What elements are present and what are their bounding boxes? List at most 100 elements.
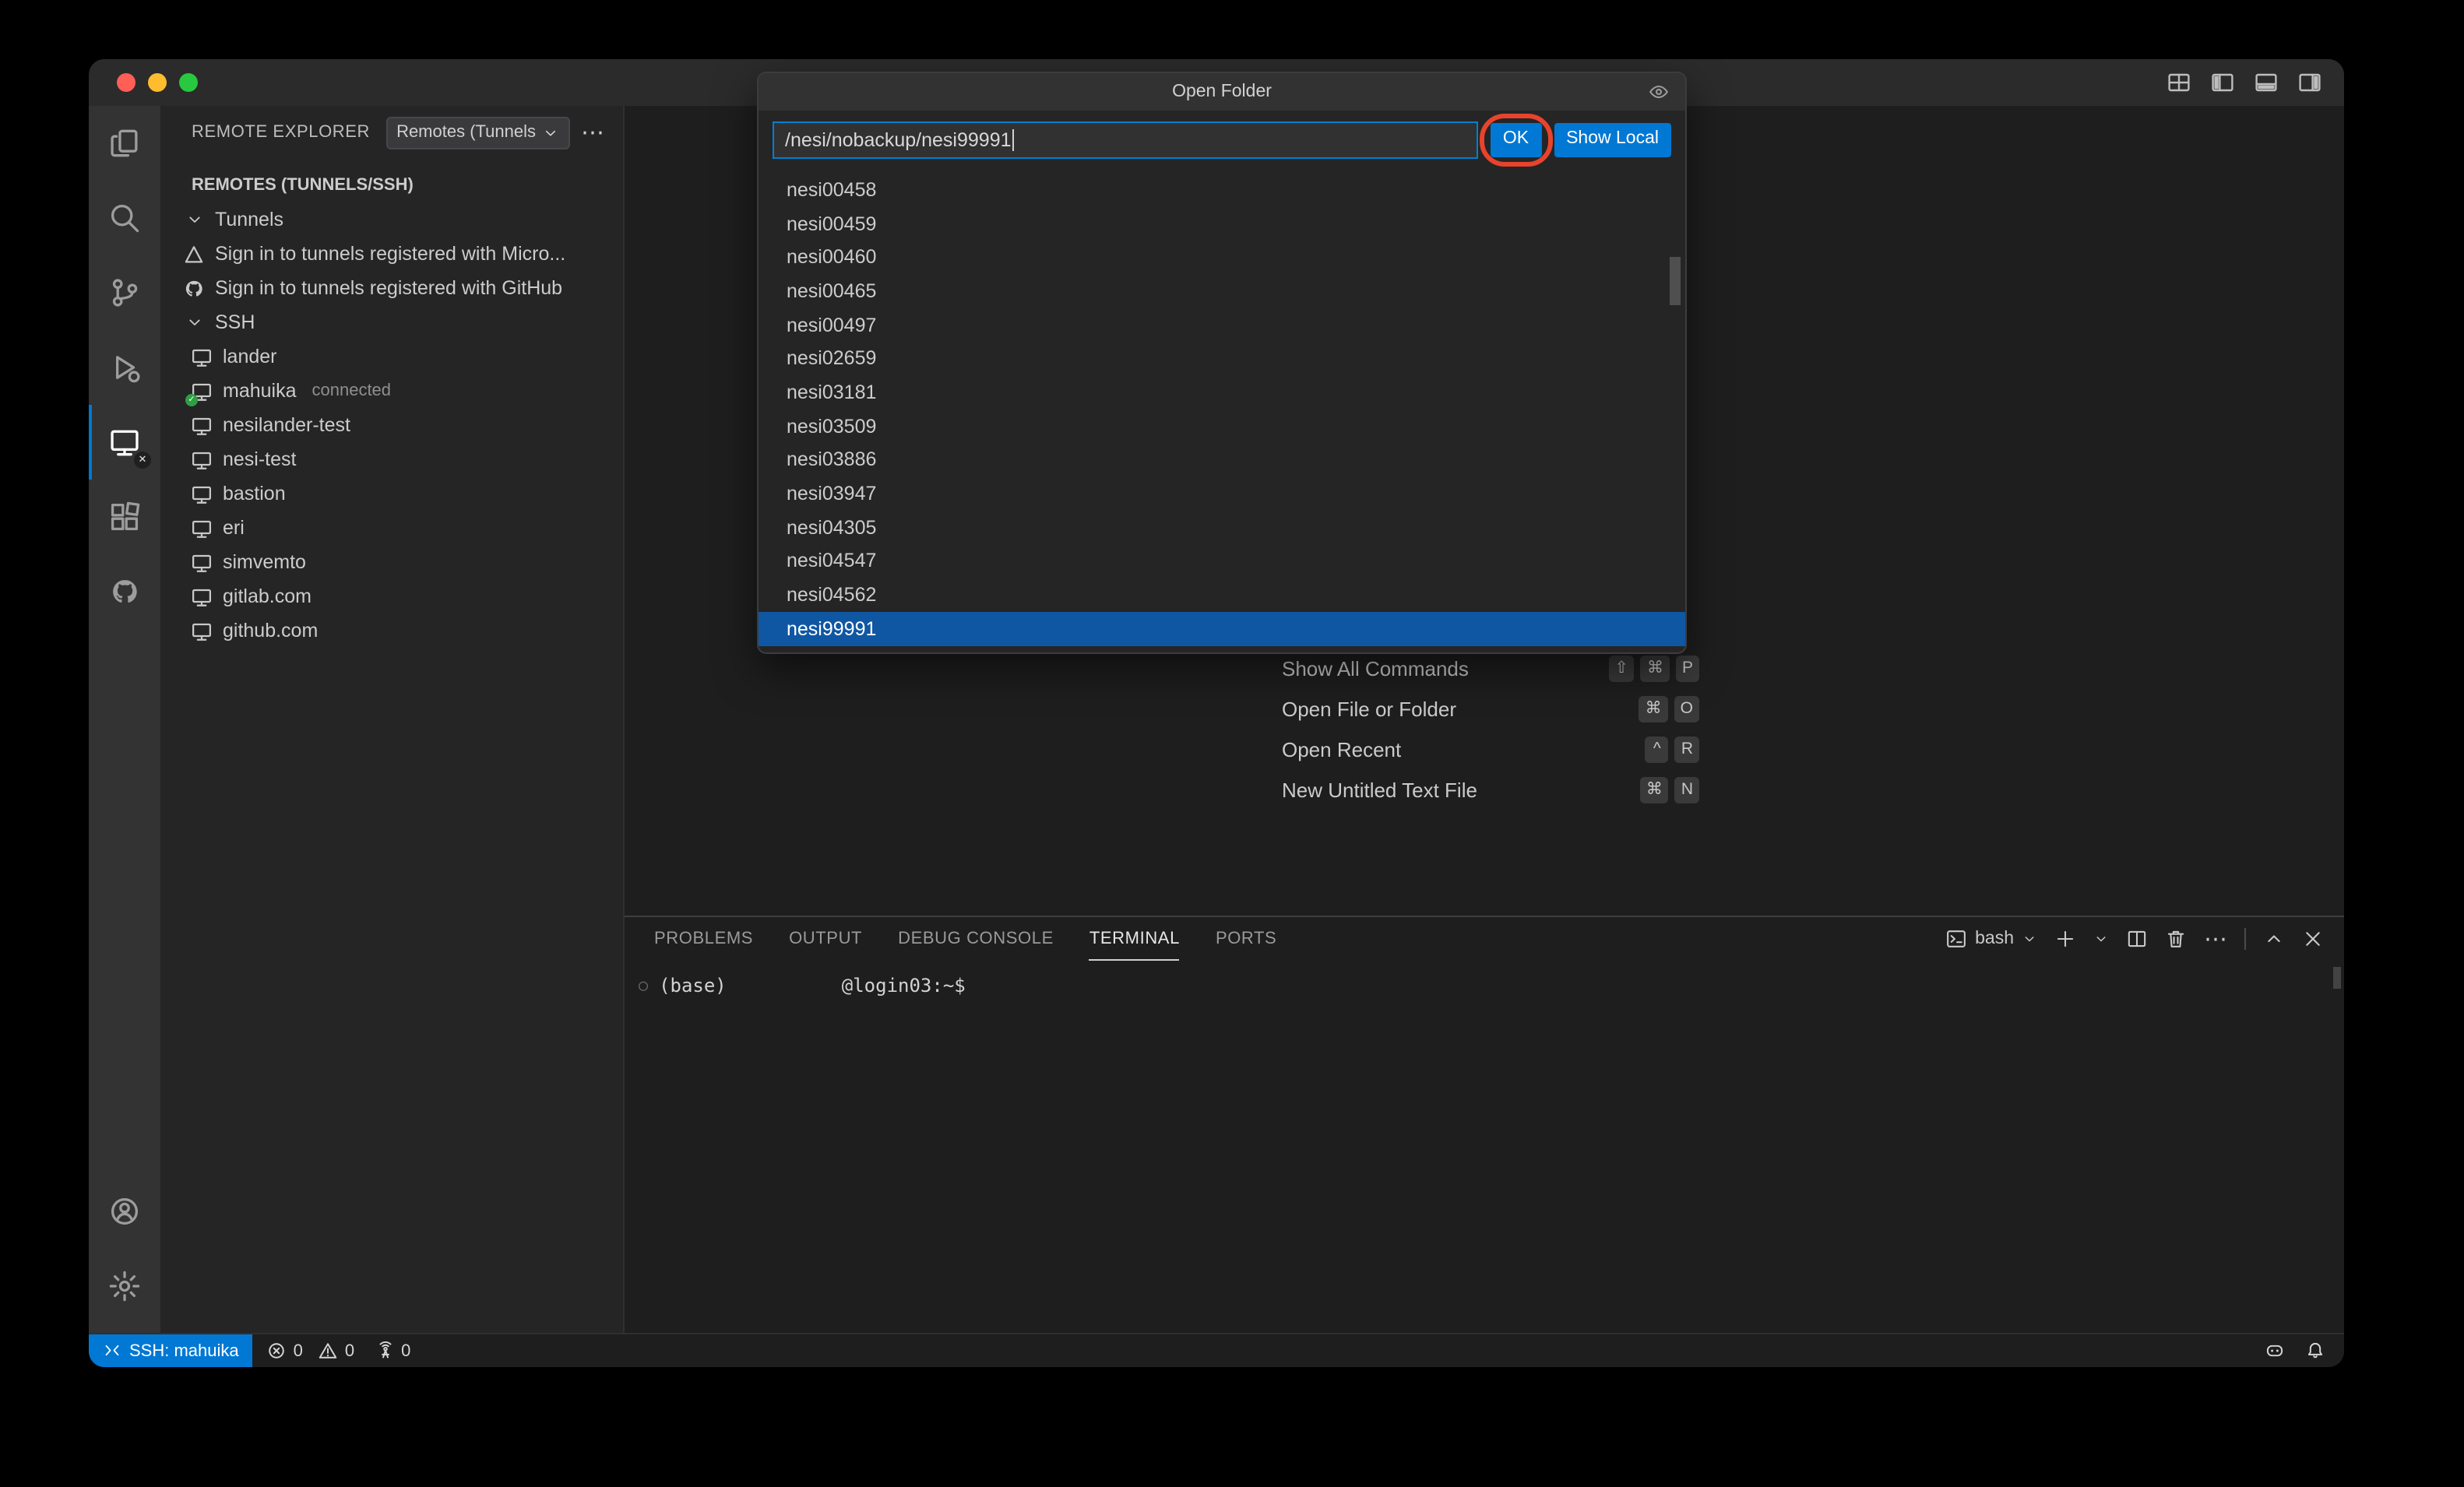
key-cap: ⇧ [1608, 655, 1635, 681]
tree-item-tunnels[interactable]: Tunnels [160, 202, 623, 237]
tree-item-label: Tunnels [215, 209, 283, 230]
run-debug-icon[interactable] [89, 330, 160, 405]
welcome-shortcuts: Show All Commands⇧⌘POpen File or Folder⌘… [1282, 648, 1699, 810]
panel-tab-output[interactable]: OUTPUT [789, 918, 862, 960]
panel: PROBLEMS OUTPUT DEBUG CONSOLE TERMINAL PORTS… [625, 916, 2344, 1333]
remote-explorer-icon[interactable]: ✕ [89, 405, 160, 480]
zoom-window-button[interactable] [179, 73, 198, 92]
chevron-down-icon [182, 208, 206, 231]
new-terminal-icon[interactable] [2054, 928, 2076, 950]
show-local-button[interactable]: Show Local [1554, 124, 1671, 157]
tree-item-label: Sign in to tunnels registered with Micro… [215, 243, 565, 265]
warning-icon [319, 1341, 339, 1361]
folder-option-nesi03947[interactable]: nesi03947 [759, 476, 1685, 510]
settings-gear-icon[interactable] [89, 1249, 160, 1324]
github-icon[interactable] [89, 554, 160, 629]
dialog-titlebar[interactable]: Open Folder [759, 73, 1685, 111]
azure-icon [182, 242, 206, 265]
extensions-icon[interactable] [89, 480, 160, 554]
files-icon[interactable] [89, 106, 160, 181]
source-control-icon[interactable] [89, 255, 160, 330]
minimize-window-button[interactable] [148, 73, 167, 92]
folder-option-nesi04562[interactable]: nesi04562 [759, 578, 1685, 612]
status-bar-right [2265, 1341, 2344, 1361]
terminal[interactable]: ○ (base) @login03:~$ [625, 961, 2344, 997]
ok-button[interactable]: OK [1491, 124, 1541, 157]
folder-option-nesi00497[interactable]: nesi00497 [759, 308, 1685, 342]
tree-item-mahuika[interactable]: ✓mahuikaconnected [160, 374, 623, 408]
tree-item-gitlab-com[interactable]: gitlab.com [160, 579, 623, 613]
split-terminal-icon[interactable] [2126, 928, 2148, 950]
close-window-button[interactable] [117, 73, 136, 92]
tree-item-label: github.com [223, 620, 318, 642]
layout-sidebar-right-icon[interactable] [2297, 70, 2322, 95]
tree-item-sign-in-to-tunnels-registered-wi[interactable]: Sign in to tunnels registered with Micro… [160, 237, 623, 271]
panel-tab-ports[interactable]: PORTS [1216, 918, 1276, 960]
vm-icon [190, 619, 213, 642]
section-header[interactable]: REMOTES (TUNNELS/SSH) [160, 168, 623, 202]
folder-path-input[interactable]: /nesi/nobackup/nesi99991 [773, 121, 1478, 159]
error-count: 0 [294, 1341, 303, 1360]
eye-icon[interactable] [1648, 81, 1670, 103]
kill-terminal-icon[interactable] [2165, 928, 2187, 950]
dialog-scrollbar[interactable] [1670, 257, 1681, 305]
tree-item-lander[interactable]: lander [160, 339, 623, 374]
shortcut-keys: ⌘O [1639, 695, 1699, 722]
shortcut-row: New Untitled Text File⌘N [1282, 769, 1699, 810]
terminal-shell-selector[interactable]: bash [1945, 928, 2037, 950]
panel-tab-problems[interactable]: PROBLEMS [654, 918, 753, 960]
tree-item-github-com[interactable]: github.com [160, 613, 623, 648]
remote-tree: Tunnels Sign in to tunnels registered wit… [160, 202, 623, 648]
github-icon [182, 276, 206, 300]
desktop: ✕ REMOTE EXPLORER Remotes (Tunnels ⋯ REM… [0, 0, 2464, 1487]
tree-item-eri[interactable]: eri [160, 511, 623, 545]
folder-option-nesi00460[interactable]: nesi00460 [759, 241, 1685, 274]
tree-item-nesilander-test[interactable]: nesilander-test [160, 408, 623, 442]
key-cap: N [1675, 776, 1699, 803]
terminal-icon [1945, 928, 1967, 950]
folder-option-nesi04305[interactable]: nesi04305 [759, 511, 1685, 544]
radio-tower-icon [375, 1341, 395, 1361]
folder-option-nesi03181[interactable]: nesi03181 [759, 375, 1685, 409]
chevron-down-icon[interactable] [2093, 931, 2109, 947]
bell-icon[interactable] [2305, 1341, 2325, 1361]
folder-option-nesi03509[interactable]: nesi03509 [759, 410, 1685, 443]
tree-item-simvemto[interactable]: simvemto [160, 545, 623, 579]
folder-option-nesi00458[interactable]: nesi00458 [759, 173, 1685, 206]
panel-scrollbar[interactable] [2333, 967, 2341, 989]
folder-option-nesi00465[interactable]: nesi00465 [759, 274, 1685, 308]
folder-option-nesi99991[interactable]: nesi99991 [759, 612, 1685, 645]
tree-item-label: gitlab.com [223, 585, 312, 607]
folder-option-nesi00459[interactable]: nesi00459 [759, 206, 1685, 240]
remote-indicator[interactable]: SSH: mahuika [89, 1334, 253, 1367]
problems-indicator[interactable]: 0 0 [267, 1341, 355, 1361]
ports-indicator[interactable]: 0 [375, 1341, 410, 1361]
accounts-icon[interactable] [89, 1174, 160, 1249]
shortcut-label: Open Recent [1282, 737, 1401, 761]
layout-sidebar-left-icon[interactable] [2210, 70, 2235, 95]
copilot-icon[interactable] [2265, 1341, 2285, 1361]
tree-item-bastion[interactable]: bastion [160, 476, 623, 511]
search-icon[interactable] [89, 181, 160, 255]
more-actions-icon[interactable]: ⋯ [581, 121, 604, 144]
layout-panel-icon[interactable] [2254, 70, 2279, 95]
tree-item-label: mahuika [223, 380, 297, 402]
folder-option-nesi02659[interactable]: nesi02659 [759, 342, 1685, 375]
folder-path-value: /nesi/nobackup/nesi99991 [785, 129, 1012, 151]
tree-item-sign-in-to-tunnels-registered-wi[interactable]: Sign in to tunnels registered with GitHu… [160, 271, 623, 305]
layout-grid-icon[interactable] [2167, 70, 2191, 95]
tree-item-nesi-test[interactable]: nesi-test [160, 442, 623, 476]
status-bar: SSH: mahuika 0 0 0 [89, 1333, 2344, 1367]
vm-icon [190, 516, 213, 540]
close-panel-icon[interactable] [2302, 928, 2324, 950]
more-actions-icon[interactable]: ⋯ [2204, 927, 2227, 951]
folder-option-nesi03886[interactable]: nesi03886 [759, 443, 1685, 476]
folder-option-nesi04547[interactable]: nesi04547 [759, 544, 1685, 578]
chevron-down-icon [182, 311, 206, 334]
tree-item-ssh[interactable]: SSH [160, 305, 623, 339]
panel-tab-debug-console[interactable]: DEBUG CONSOLE [898, 918, 1054, 960]
maximize-panel-icon[interactable] [2263, 928, 2285, 950]
panel-tab-terminal[interactable]: TERMINAL [1089, 918, 1180, 960]
shortcut-keys: ^R [1646, 736, 1699, 762]
remotes-dropdown[interactable]: Remotes (Tunnels [385, 116, 570, 149]
